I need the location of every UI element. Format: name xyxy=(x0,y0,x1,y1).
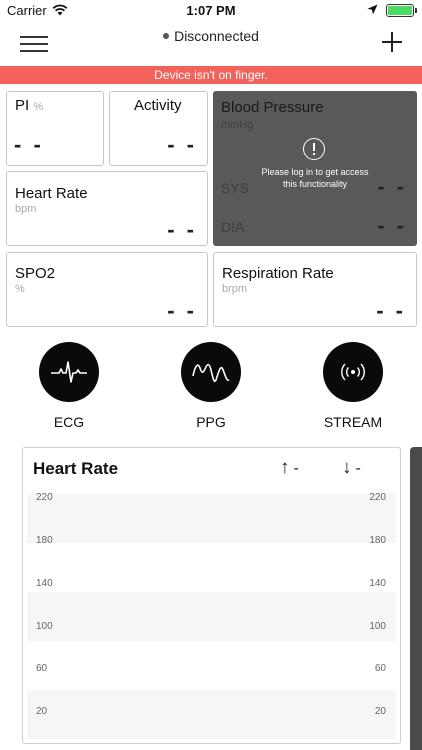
chart-band xyxy=(27,592,396,641)
sys-label: SYS xyxy=(221,180,250,196)
pi-unit: % xyxy=(33,101,44,113)
info-icon xyxy=(303,138,325,160)
y-tick-label-right: 220 xyxy=(369,492,386,503)
nav-bar: Disconnected xyxy=(0,22,422,64)
clock-time: 1:07 PM xyxy=(186,3,236,18)
add-icon[interactable] xyxy=(382,32,402,52)
connection-status: Disconnected xyxy=(0,28,422,44)
arrow-down-icon: ↓ xyxy=(342,457,352,478)
y-tick-label-right: 180 xyxy=(369,535,386,546)
y-tick-label-left: 100 xyxy=(36,621,53,632)
y-tick-label-left: 180 xyxy=(36,535,53,546)
y-tick-label-right: 20 xyxy=(374,706,386,717)
heart-rate-card[interactable]: Heart Rate bpm - - xyxy=(6,171,208,246)
ppg-waveform-icon xyxy=(192,363,230,383)
chart-band xyxy=(27,494,396,543)
heart-rate-title: Heart Rate xyxy=(15,185,88,202)
side-drawer-handle[interactable] xyxy=(410,447,422,750)
heart-rate-value: - - xyxy=(167,217,197,242)
heart-rate-chart: Heart Rate ↑ - ↓ - 220 180 140 100 60 20 2… xyxy=(22,447,401,744)
dia-label: DIA xyxy=(221,219,245,235)
stream-broadcast-icon xyxy=(341,363,365,381)
status-dot-icon xyxy=(163,33,170,40)
respiration-rate-title: Respiration Rate xyxy=(222,265,334,282)
stream-label: STREAM xyxy=(323,414,383,430)
pi-card[interactable]: PI % - - xyxy=(6,91,104,166)
y-tick-label-right: 100 xyxy=(369,621,386,632)
max-value: ↑ - xyxy=(280,457,299,480)
pi-title: PI xyxy=(15,97,30,114)
y-tick-label-right: 60 xyxy=(374,663,386,674)
status-bar: Carrier 1:07 PM xyxy=(0,0,422,22)
sys-value: - - xyxy=(377,174,407,199)
spo2-card[interactable]: SPO2 % - - xyxy=(6,252,208,327)
activity-value: - - xyxy=(167,132,197,157)
ecg-label: ECG xyxy=(53,414,85,430)
ppg-label: PPG xyxy=(196,414,226,430)
min-value-text: - xyxy=(355,460,361,478)
blood-pressure-card[interactable]: Blood Pressure mmHg Please log in to get… xyxy=(213,91,417,246)
activity-card[interactable]: Activity - - xyxy=(109,91,208,166)
y-tick-label-right: 140 xyxy=(369,578,386,589)
location-arrow-icon xyxy=(367,4,378,15)
ppg-button[interactable] xyxy=(181,342,241,402)
respiration-rate-unit: brpm xyxy=(222,283,248,295)
respiration-rate-value: - - xyxy=(376,298,406,323)
heart-rate-unit: bpm xyxy=(15,203,37,215)
login-required-message: Please log in to get access this functio… xyxy=(261,167,369,189)
spo2-unit: % xyxy=(15,283,25,295)
max-value-text: - xyxy=(293,460,299,478)
stream-button[interactable] xyxy=(323,342,383,402)
ecg-button[interactable] xyxy=(39,342,99,402)
dia-value: - - xyxy=(377,213,407,238)
connection-status-label: Disconnected xyxy=(174,28,259,44)
blood-pressure-unit: mmHg xyxy=(221,119,254,131)
y-tick-label-left: 220 xyxy=(36,492,53,503)
ecg-waveform-icon xyxy=(51,361,87,383)
spo2-title: SPO2 xyxy=(15,265,56,282)
alert-banner: Device isn't on finger. xyxy=(0,66,422,84)
y-tick-label-left: 20 xyxy=(36,706,48,717)
min-value: ↓ - xyxy=(342,457,361,480)
battery-icon xyxy=(386,4,417,17)
y-tick-label-left: 140 xyxy=(36,578,53,589)
pi-value: - - xyxy=(14,132,44,157)
respiration-rate-card[interactable]: Respiration Rate brpm - - xyxy=(213,252,417,327)
activity-title: Activity xyxy=(134,97,182,114)
chart-band xyxy=(27,690,396,739)
chart-title: Heart Rate xyxy=(33,459,119,478)
arrow-up-icon: ↑ xyxy=(280,457,290,478)
y-tick-label-left: 60 xyxy=(36,663,48,674)
spo2-value: - - xyxy=(167,298,197,323)
blood-pressure-title: Blood Pressure xyxy=(221,99,324,116)
